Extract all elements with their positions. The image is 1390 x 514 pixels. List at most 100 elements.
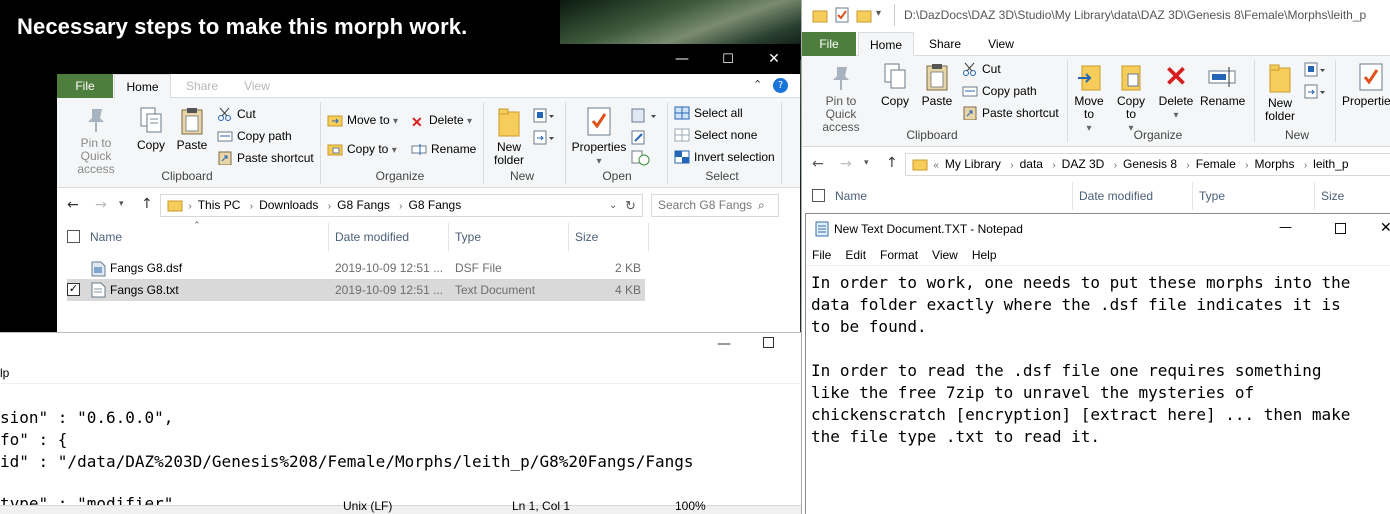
new-item-icon[interactable] [533,108,557,127]
maximize-button[interactable] [1335,223,1346,234]
invert-selection-button[interactable]: Invert selection [674,147,775,167]
select-all-checkbox[interactable] [67,230,80,243]
breadcrumb[interactable]: «My Library › data › DAZ 3D › Genesis 8 › Fe… [905,153,1390,176]
back-arrow-icon[interactable]: ← [812,156,824,172]
breadcrumb-downloads[interactable]: Downloads [253,195,324,216]
search-input[interactable]: Search G8 Fangs [658,198,752,212]
refresh-icon[interactable]: ↻ [625,195,636,216]
rename-button[interactable]: Rename [411,139,476,159]
column-header-type[interactable]: Type [1199,182,1225,210]
properties-button[interactable]: Properties [1342,62,1390,108]
back-arrow-icon[interactable]: ← [67,197,79,213]
recent-chevron-icon[interactable]: ▾ [864,158,869,168]
rename-button[interactable]: Rename [1200,62,1245,108]
breadcrumb-g8-fangs-sub[interactable]: G8 Fangs [403,195,468,216]
paste-shortcut-button[interactable]: Paste shortcut [962,103,1059,123]
table-row[interactable]: ✓ Fangs G8.txt 2019-10-09 12:51 ... Text… [67,279,645,301]
edit-icon[interactable] [631,130,661,149]
up-arrow-icon[interactable]: ↑ [141,196,153,212]
tab-file[interactable]: File [57,74,113,98]
tab-view[interactable]: View [976,32,1026,56]
close-button[interactable]: ✕ [1380,220,1390,236]
select-none-button[interactable]: Select none [674,125,757,145]
notepad-text-area[interactable]: In order to work, one needs to put these… [806,266,1390,514]
column-header-size[interactable]: Size [575,223,598,251]
close-button[interactable]: ✕ [751,44,797,74]
breadcrumb-this-pc[interactable]: This PC [192,195,247,216]
menu-file[interactable]: File [812,244,831,266]
select-all-button[interactable]: Select all [674,103,743,123]
breadcrumb-g8-fangs[interactable]: G8 Fangs [331,195,396,216]
breadcrumb-genesis-8[interactable]: Genesis 8 [1117,154,1183,175]
paste-button[interactable]: Paste [173,106,211,152]
column-header-name[interactable]: Name [90,223,122,251]
tab-file[interactable]: File [802,32,856,56]
help-icon[interactable]: ? [773,78,788,93]
ribbon-collapse-icon[interactable]: ⌃ [753,78,762,91]
paste-shortcut-button[interactable]: Paste shortcut [217,148,314,168]
copy-to-button[interactable]: Copy to ▾ [327,139,397,159]
new-folder-button[interactable]: New folder [1260,62,1300,123]
new-item-icon[interactable] [1304,62,1328,81]
row-checkbox[interactable]: ✓ [67,283,80,296]
menu-edit[interactable]: Edit [845,244,866,266]
new-folder-quick-icon[interactable] [856,7,872,26]
cut-button[interactable]: Cut [962,59,1001,79]
tab-share[interactable]: Share [177,74,227,98]
delete-button[interactable]: ✕ Delete ▾ [1156,62,1196,122]
breadcrumb[interactable]: › This PC › Downloads › G8 Fangs › G8 Fangs … [160,194,643,217]
open-icon[interactable] [631,108,661,127]
copy-button[interactable]: Copy [133,106,169,152]
forward-arrow-icon[interactable]: → [840,156,852,172]
tab-home[interactable]: Home [114,74,171,99]
cut-button[interactable]: Cut [217,104,256,124]
search-box[interactable]: Search G8 Fangs ⌕ [651,194,779,217]
breadcrumb-leith-p[interactable]: leith_p [1307,154,1354,175]
select-all-checkbox[interactable] [812,189,825,202]
breadcrumb-daz-3d[interactable]: DAZ 3D [1056,154,1111,175]
history-icon[interactable] [631,150,651,169]
tab-share[interactable]: Share [920,32,970,56]
new-folder-button[interactable]: New folder [489,106,529,167]
breadcrumb-data[interactable]: data [1014,154,1049,175]
maximize-button[interactable]: ☐ [705,44,751,74]
properties-button[interactable]: Properties ▾ [571,106,627,168]
up-arrow-icon[interactable]: ↑ [886,155,898,171]
column-header-type[interactable]: Type [455,223,481,251]
pin-quick-access-button[interactable]: Pin to Quick access [806,64,876,134]
breadcrumb-my-library[interactable]: My Library [939,154,1007,175]
pin-quick-access-button[interactable]: Pin to Quick access [61,106,131,176]
table-row[interactable]: Fangs G8.dsf 2019-10-09 12:51 ... DSF Fi… [57,257,647,279]
properties-quick-icon[interactable] [834,7,850,26]
easy-access-icon[interactable] [1304,84,1328,103]
quick-access-dropdown-icon[interactable]: ▾ [876,8,881,19]
menu-view[interactable]: View [932,244,958,266]
move-to-button[interactable]: Move to ▾ [327,110,398,130]
copy-button[interactable]: Copy [877,62,913,108]
recent-chevron-icon[interactable]: ▾ [119,199,124,209]
breadcrumb-morphs[interactable]: Morphs [1248,154,1300,175]
menu-format[interactable]: Format [880,244,918,266]
tab-view[interactable]: View [232,74,282,98]
delete-button[interactable]: ✕ Delete ▾ [411,110,472,130]
paste-button[interactable]: Paste [918,62,956,108]
maximize-button[interactable] [763,337,774,348]
copy-to-button[interactable]: Copy to▾ [1112,62,1150,135]
column-header-name[interactable]: Name [835,182,867,210]
menu-help[interactable]: Help [972,244,997,266]
column-header-date[interactable]: Date modified [335,223,409,251]
breadcrumb-female[interactable]: Female [1190,154,1242,175]
move-to-button[interactable]: Move to▾ [1070,62,1108,135]
address-dropdown-icon[interactable]: ⌄ [609,195,617,216]
copy-path-button[interactable]: Copy path [962,81,1037,101]
notepad-menu-help-fragment[interactable]: lp [0,366,9,380]
easy-access-icon[interactable] [533,130,557,149]
minimize-button[interactable]: — [659,44,705,74]
minimize-button[interactable]: — [717,336,731,352]
column-header-date[interactable]: Date modified [1079,182,1153,210]
forward-arrow-icon[interactable]: → [95,197,107,213]
tab-home[interactable]: Home [858,32,914,57]
copy-path-button[interactable]: Copy path [217,126,292,146]
minimize-button[interactable]: — [1279,220,1292,235]
column-header-size[interactable]: Size [1321,182,1344,210]
